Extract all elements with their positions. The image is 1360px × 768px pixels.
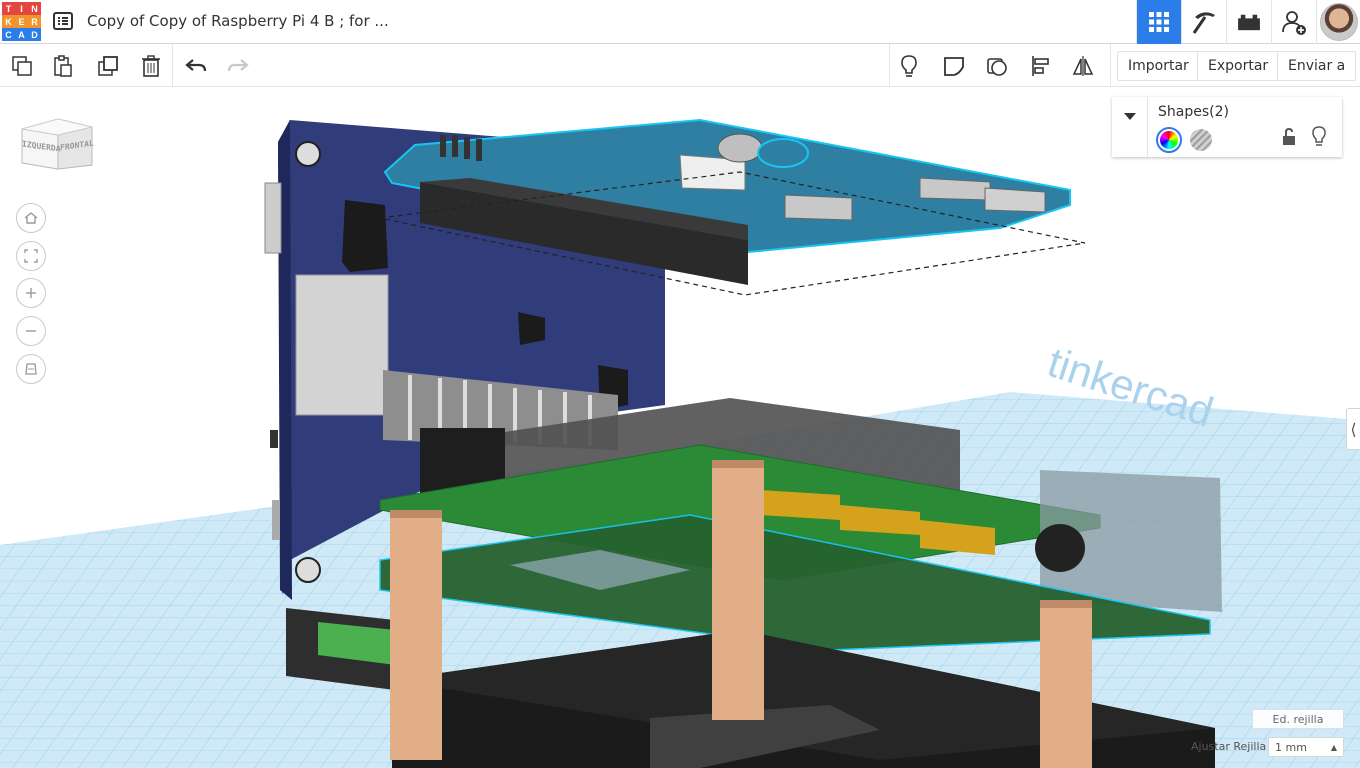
pickaxe-icon[interactable] (1181, 0, 1226, 44)
mirror-icon[interactable] (1067, 50, 1099, 82)
export-button[interactable]: Exportar (1197, 51, 1280, 81)
undo-icon[interactable] (180, 50, 212, 82)
logo-letter: E (15, 15, 28, 28)
view-cube[interactable]: IZQUERDA FRONTAL (20, 107, 94, 171)
bricks-icon[interactable] (1226, 0, 1271, 44)
caret-up-icon: ▲ (1330, 742, 1337, 752)
grid-view-icon[interactable] (1136, 0, 1181, 44)
snap-grid-label: Ajustar Rejilla (1191, 740, 1267, 753)
paste-icon[interactable] (47, 50, 79, 82)
shapes-inspector: Shapes(2) (1112, 97, 1342, 157)
add-user-icon[interactable] (1271, 0, 1316, 44)
hole-swatch[interactable] (1190, 129, 1212, 151)
lightbulb-icon[interactable] (1310, 125, 1328, 147)
avatar (1319, 3, 1358, 41)
logo-letter: N (28, 2, 41, 15)
zoom-in-button[interactable] (16, 278, 46, 308)
perspective-icon (25, 363, 37, 375)
logo-letter: C (2, 28, 15, 41)
fit-view-button[interactable] (16, 241, 46, 271)
design-title[interactable]: Copy of Copy of Raspberry Pi 4 B ; for .… (87, 12, 389, 30)
3d-viewport[interactable]: tinkercad IZQUERDA FRONTAL Shapes(2) ⟨ E… (0, 87, 1360, 768)
send-to-button[interactable]: Enviar a (1277, 51, 1357, 81)
collapse-sidebar-handle[interactable]: ⟨ (1346, 408, 1360, 450)
logo-letter: D (28, 28, 41, 41)
perspective-toggle-button[interactable] (16, 354, 46, 384)
chevron-down-icon (1123, 113, 1136, 120)
design-list-icon[interactable] (52, 10, 74, 32)
duplicate-icon[interactable] (92, 50, 124, 82)
note-icon[interactable] (938, 50, 970, 82)
home-icon (24, 212, 38, 224)
collapse-panel-button[interactable] (1112, 97, 1148, 157)
tinkercad-logo[interactable]: TINKERCAD (2, 2, 41, 41)
shapes-count-title: Shapes(2) (1158, 104, 1229, 120)
logo-letter: K (2, 15, 15, 28)
zoom-in-icon (26, 288, 36, 298)
logo-letter: I (15, 2, 28, 15)
gpio-header (286, 608, 395, 690)
align-icon[interactable] (1025, 50, 1057, 82)
fit-icon (24, 249, 38, 263)
multicolor-swatch (1160, 131, 1178, 149)
logo-letter: T (2, 2, 15, 15)
unlock-icon[interactable] (1280, 127, 1298, 147)
workplane-icon[interactable] (981, 50, 1013, 82)
zoom-out-icon (26, 330, 36, 332)
edit-toolbar: Importar Exportar Enviar a (0, 44, 1360, 87)
home-view-button[interactable] (16, 203, 46, 233)
color-picker-swatch[interactable] (1156, 127, 1182, 153)
lightbulb-icon[interactable] (893, 50, 925, 82)
zoom-out-button[interactable] (16, 316, 46, 346)
import-button[interactable]: Importar (1117, 51, 1200, 81)
redo-icon[interactable] (222, 50, 254, 82)
user-avatar[interactable] (1316, 0, 1360, 44)
snap-grid-value: 1 mm (1275, 740, 1307, 754)
logo-letter: R (28, 15, 41, 28)
top-bar: TINKERCAD Copy of Copy of Raspberry Pi 4… (0, 0, 1360, 44)
edit-grid-button[interactable]: Ed. rejilla (1252, 709, 1344, 729)
snap-grid-select[interactable]: 1 mm ▲ (1268, 737, 1344, 757)
3d-scene[interactable]: tinkercad (0, 87, 1360, 768)
trash-icon[interactable] (135, 50, 167, 82)
chevron-left-icon: ⟨ (1350, 419, 1357, 439)
copy-icon[interactable] (6, 50, 38, 82)
logo-letter: A (15, 28, 28, 41)
